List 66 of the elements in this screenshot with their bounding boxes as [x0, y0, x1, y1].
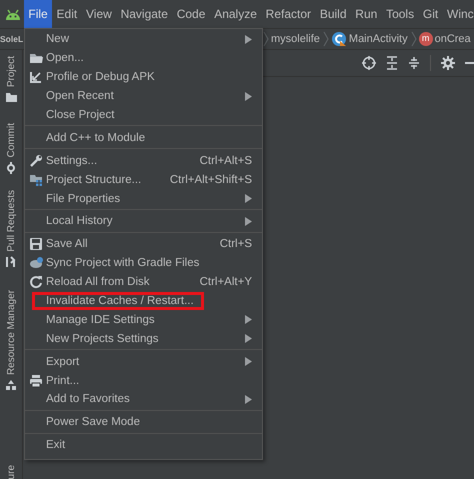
side-tab[interactable]: Pull Requests [6, 190, 16, 252]
breadcrumb-item[interactable]: onCrea [434, 33, 471, 46]
side-tab[interactable]: Commit [6, 123, 16, 158]
menu-item[interactable]: Save All [46, 238, 88, 250]
project-name[interactable]: SoleL [0, 34, 23, 44]
menu-bar-item[interactable]: Refactor [261, 0, 316, 28]
menu-item[interactable]: Open Recent [46, 90, 114, 102]
menu-bar-item[interactable]: Tools [382, 0, 418, 28]
menu-item[interactable]: Sync Project with Gradle Files [46, 257, 200, 270]
menu-item[interactable]: Reload All from Disk [46, 276, 150, 288]
menu-item[interactable]: Add C++ to Module [46, 132, 146, 144]
menu-item[interactable]: File Properties [46, 192, 120, 205]
menu-item[interactable]: Close Project [46, 109, 114, 121]
arrow-icon [28, 70, 42, 84]
printer-icon [28, 374, 42, 388]
shortcut-label: Ctrl+Alt+Shift+S [170, 174, 252, 186]
menu-bar-item[interactable]: Build [315, 0, 351, 28]
wrench-icon [28, 154, 42, 168]
menu-item[interactable]: Export [46, 356, 80, 368]
settings-icon[interactable] [441, 56, 455, 70]
menu-bar-item[interactable]: Winc [442, 0, 474, 28]
side-tab[interactable]: Resource Manager [6, 290, 16, 375]
chevron-icon [322, 31, 329, 48]
chevron-icon [410, 31, 417, 48]
breadcrumb-item[interactable]: MainActivity [348, 33, 408, 46]
shortcut-label: Ctrl+Alt+Y [200, 276, 252, 288]
menu-item[interactable]: Settings... [46, 154, 98, 167]
menu-item[interactable]: Open... [46, 52, 84, 64]
folder-icon [5, 91, 17, 104]
commit-icon [5, 162, 17, 174]
shortcut-label: Ctrl+Alt+S [200, 154, 252, 167]
side-tab[interactable]: Project [6, 56, 16, 88]
side-tab[interactable]: ure [6, 464, 16, 479]
menu-item[interactable]: New [46, 33, 70, 46]
menu-item[interactable]: Manage IDE Settings [46, 314, 155, 326]
method-badge: m [418, 32, 433, 46]
menu-bar-item[interactable]: Code [172, 0, 210, 28]
reload-icon [28, 275, 42, 290]
highlighted-menu-item[interactable]: Invalidate Caches / Restart... [32, 292, 204, 310]
menu-bar-item[interactable]: File [24, 0, 52, 28]
menu-bar-item[interactable]: Run [350, 0, 382, 28]
android-logo-icon [4, 7, 22, 21]
expand-all-icon[interactable] [386, 56, 398, 70]
class-icon [330, 31, 347, 48]
folder-icon [28, 51, 42, 66]
menu-item[interactable]: Local History [46, 215, 112, 228]
menu-item[interactable]: Power Save Mode [46, 416, 140, 428]
menu-bar-item[interactable]: View [82, 0, 116, 28]
menu-item[interactable]: Exit [46, 439, 66, 452]
folder-grid-icon [28, 172, 42, 187]
menu-item[interactable]: Add to Favorites [46, 393, 130, 406]
shortcut-label: Ctrl+S [220, 238, 252, 250]
pull-request-icon [5, 256, 17, 268]
menu-item[interactable]: Profile or Debug APK [46, 71, 155, 84]
locate-icon[interactable] [362, 56, 376, 70]
menu-bar-item[interactable]: Edit [52, 0, 82, 28]
menu-item[interactable]: New Projects Settings [46, 332, 158, 345]
menu-bar-item[interactable]: Navigate [116, 0, 172, 28]
shapes-icon [5, 378, 17, 391]
collapse-all-icon[interactable] [408, 56, 420, 70]
menu-item[interactable]: Print... [46, 374, 80, 387]
breadcrumb-item[interactable]: mysolelife [271, 33, 320, 46]
chevron-icon [263, 31, 269, 48]
menu-bar-item[interactable]: Git [418, 0, 443, 28]
menu-bar-item[interactable]: Analyze [210, 0, 262, 28]
menu-item[interactable]: Project Structure... [46, 174, 142, 186]
